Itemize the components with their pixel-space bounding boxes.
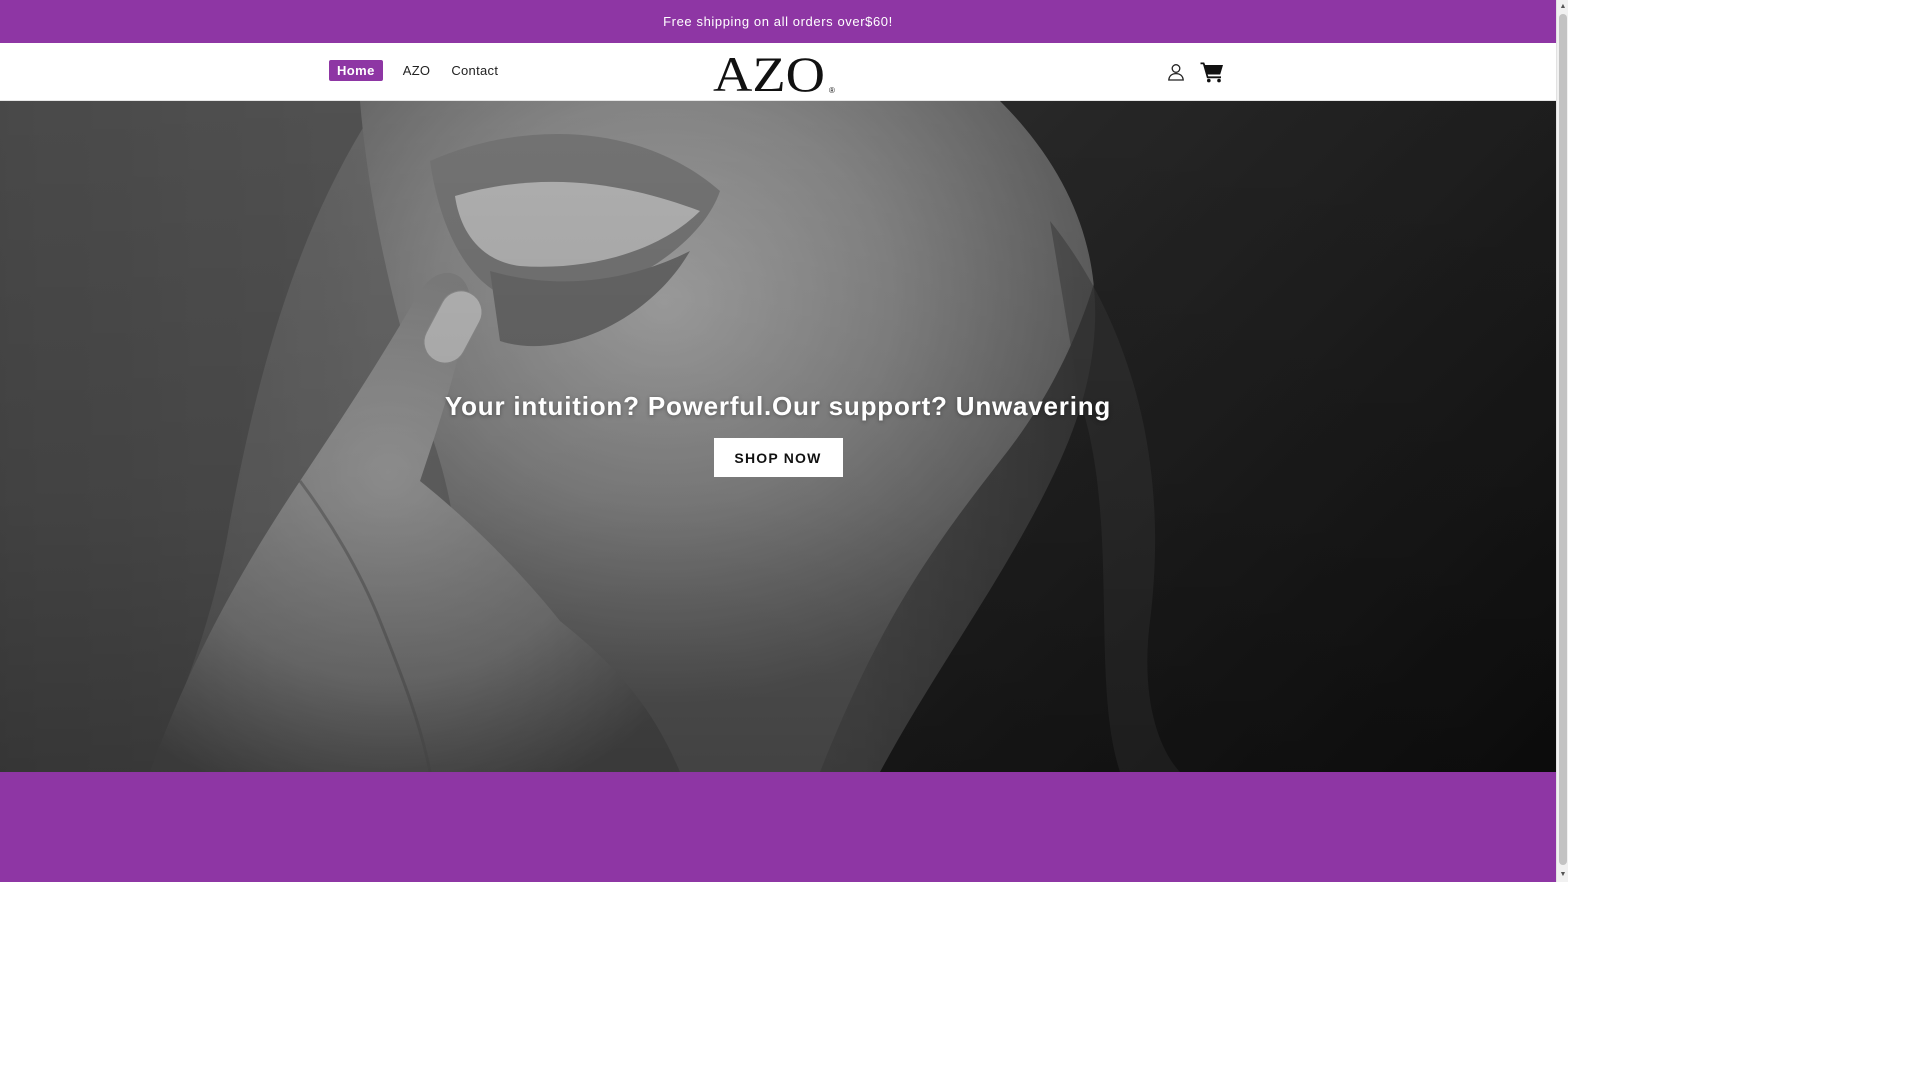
scroll-down-icon[interactable]: ▼ xyxy=(1559,870,1567,880)
scroll-up-icon[interactable]: ▲ xyxy=(1559,2,1567,12)
announcement-bar: Free shipping on all orders over$60! xyxy=(0,0,1556,43)
nav-item-azo[interactable]: AZO xyxy=(402,60,432,81)
page-scrollbar[interactable]: ▲ ▼ xyxy=(1556,0,1568,882)
nav-item-home[interactable]: Home xyxy=(329,60,383,81)
page: Free shipping on all orders over$60! Hom… xyxy=(0,0,1556,882)
purple-section xyxy=(0,772,1556,882)
hero-banner: Your intuition? Powerful.Our support? Un… xyxy=(0,101,1556,772)
scrollbar-thumb[interactable] xyxy=(1559,14,1567,865)
azo-logo-mark: AZO ® xyxy=(713,46,835,102)
header-icons xyxy=(1163,58,1225,86)
svg-text:®: ® xyxy=(829,86,835,95)
site-logo[interactable]: AZO ® xyxy=(713,46,837,102)
account-button[interactable] xyxy=(1163,58,1189,86)
hero-title: Your intuition? Powerful.Our support? Un… xyxy=(444,391,1112,421)
cart-icon xyxy=(1200,62,1223,83)
announcement-text: Free shipping on all orders over$60! xyxy=(663,14,893,29)
cart-button[interactable] xyxy=(1199,58,1225,86)
svg-text:AZO: AZO xyxy=(713,49,825,95)
site-header: Home AZO Contact AZO ® xyxy=(0,43,1556,102)
shop-now-button[interactable]: SHOP NOW xyxy=(713,438,843,477)
user-icon xyxy=(1168,64,1184,81)
hero-content: Your intuition? Powerful.Our support? Un… xyxy=(0,391,1556,477)
nav-item-contact[interactable]: Contact xyxy=(450,60,499,81)
main-nav: Home AZO Contact xyxy=(329,60,518,81)
